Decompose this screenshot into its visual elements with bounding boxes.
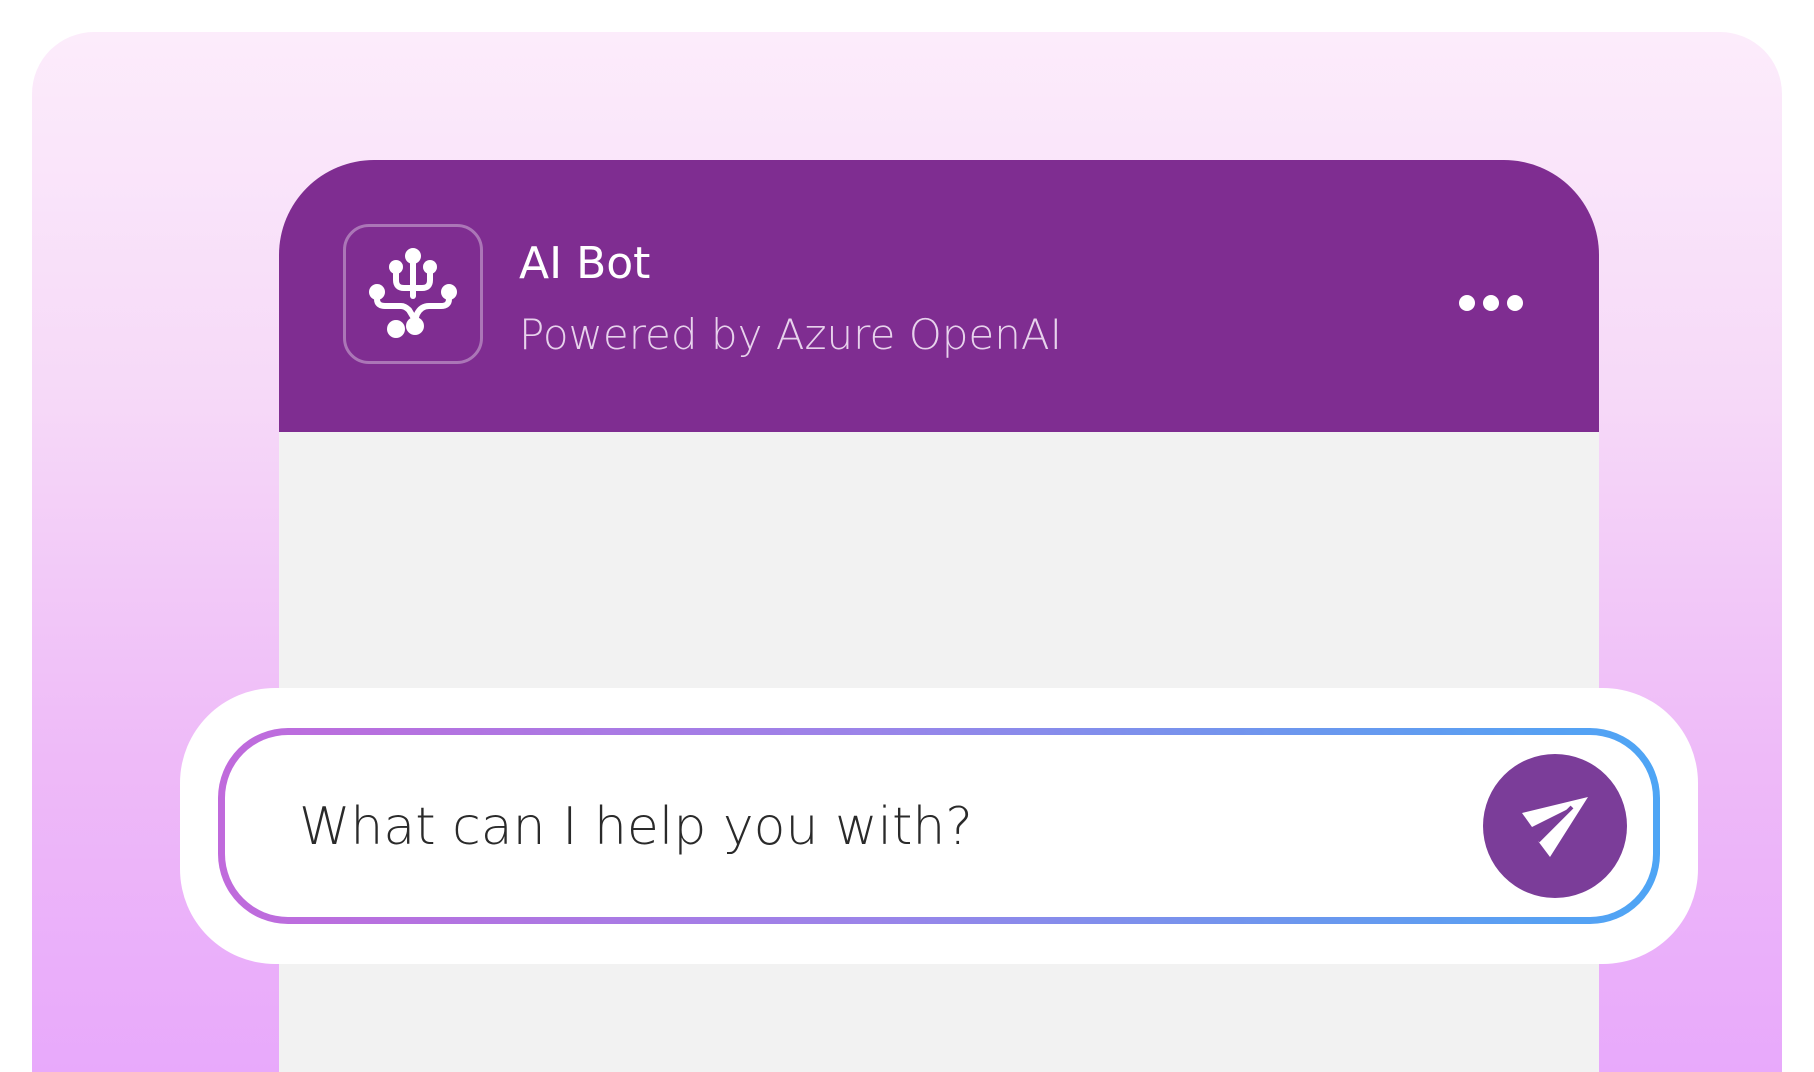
circuit-network-icon bbox=[369, 248, 457, 338]
paper-plane-send-icon bbox=[1522, 797, 1588, 857]
bot-avatar bbox=[343, 224, 483, 364]
bot-subtitle: Powered by Azure OpenAI bbox=[519, 310, 1063, 359]
message-input[interactable] bbox=[297, 761, 1381, 893]
composer-field bbox=[225, 735, 1653, 917]
chat-header: AI Bot Powered by Azure OpenAI bbox=[279, 160, 1599, 432]
page-background: AI Bot Powered by Azure OpenAI bbox=[32, 32, 1782, 1072]
composer-border bbox=[218, 728, 1660, 924]
composer-card bbox=[180, 688, 1698, 964]
more-options-icon bbox=[1459, 295, 1523, 311]
bot-title: AI Bot bbox=[519, 238, 651, 289]
send-button[interactable] bbox=[1483, 754, 1627, 898]
more-options-button[interactable] bbox=[1446, 278, 1536, 328]
